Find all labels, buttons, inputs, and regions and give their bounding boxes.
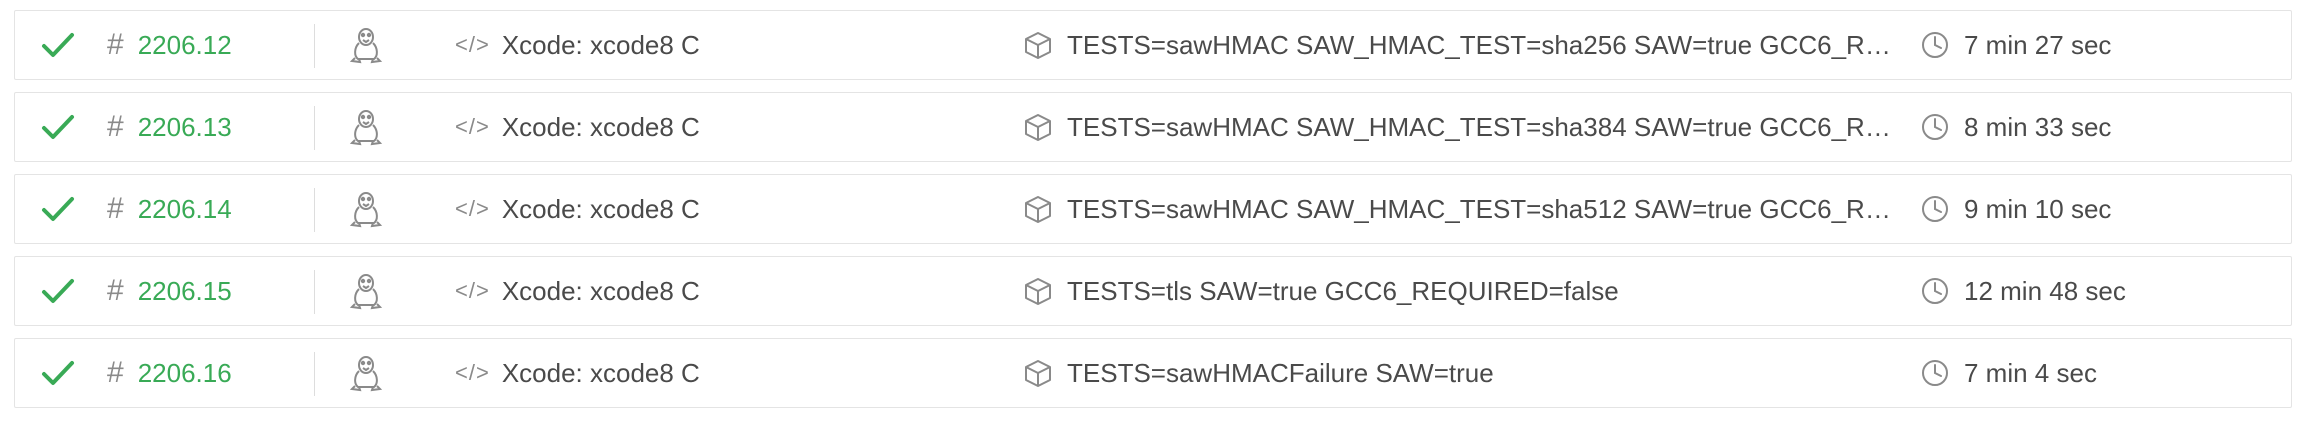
job-number-cell: # 2206.16 xyxy=(107,339,307,407)
status-cell xyxy=(41,257,81,325)
hash-icon: # xyxy=(107,28,124,61)
checkmark-icon xyxy=(41,359,75,387)
job-row[interactable]: # 2206.12 </> Xcode: xcode8 C TESTS=sawH… xyxy=(14,10,2292,80)
job-number[interactable]: 2206.13 xyxy=(138,112,232,143)
env-cell: TESTS=tls SAW=true GCC6_REQUIRED=false xyxy=(1023,257,1903,325)
checkmark-icon xyxy=(41,277,75,305)
env-cell: TESTS=sawHMAC SAW_HMAC_TEST=sha384 SAW=t… xyxy=(1023,93,1903,161)
duration-cell: 8 min 33 sec xyxy=(1920,93,2280,161)
checkmark-icon xyxy=(41,31,75,59)
language-label: Xcode: xcode8 C xyxy=(501,275,700,306)
hash-icon: # xyxy=(107,192,124,225)
checkmark-icon xyxy=(41,195,75,223)
clock-icon xyxy=(1920,112,1950,142)
os-cell xyxy=(349,93,409,161)
duration-cell: 12 min 48 sec xyxy=(1920,257,2280,325)
linux-penguin-icon xyxy=(349,26,383,64)
job-number[interactable]: 2206.15 xyxy=(138,276,232,307)
job-row[interactable]: # 2206.14 </> Xcode: xcode8 C TESTS=sawH… xyxy=(14,174,2292,244)
package-box-icon xyxy=(1023,30,1053,60)
language-cell: </> Xcode: xcode8 C xyxy=(455,11,995,79)
language-cell: </> Xcode: xcode8 C xyxy=(455,257,995,325)
env-cell: TESTS=sawHMACFailure SAW=true xyxy=(1023,339,1903,407)
divider xyxy=(314,270,315,314)
package-box-icon xyxy=(1023,276,1053,306)
clock-icon xyxy=(1920,30,1950,60)
package-box-icon xyxy=(1023,194,1053,224)
job-number-cell: # 2206.14 xyxy=(107,175,307,243)
job-number-cell: # 2206.15 xyxy=(107,257,307,325)
package-box-icon xyxy=(1023,112,1053,142)
env-cell: TESTS=sawHMAC SAW_HMAC_TEST=sha256 SAW=t… xyxy=(1023,11,1903,79)
language-cell: </> Xcode: xcode8 C xyxy=(455,339,995,407)
env-vars: TESTS=tls SAW=true GCC6_REQUIRED=false xyxy=(1067,275,1619,306)
duration-cell: 7 min 27 sec xyxy=(1920,11,2280,79)
hash-icon: # xyxy=(107,274,124,307)
language-cell: </> Xcode: xcode8 C xyxy=(455,175,995,243)
duration: 7 min 27 sec xyxy=(1964,29,2112,60)
hash-icon: # xyxy=(107,110,124,143)
language-label: Xcode: xcode8 C xyxy=(501,193,700,224)
clock-icon xyxy=(1920,194,1950,224)
os-cell xyxy=(349,175,409,243)
env-vars: TESTS=sawHMAC SAW_HMAC_TEST=sha512 SAW=t… xyxy=(1067,193,1897,224)
code-icon: </> xyxy=(455,278,490,303)
code-icon: </> xyxy=(455,32,490,57)
job-row[interactable]: # 2206.13 </> Xcode: xcode8 C TESTS=sawH… xyxy=(14,92,2292,162)
duration-cell: 9 min 10 sec xyxy=(1920,175,2280,243)
env-vars: TESTS=sawHMAC SAW_HMAC_TEST=sha256 SAW=t… xyxy=(1067,29,1897,60)
job-number[interactable]: 2206.12 xyxy=(138,30,232,61)
duration: 7 min 4 sec xyxy=(1964,357,2097,388)
hash-icon: # xyxy=(107,356,124,389)
env-vars: TESTS=sawHMACFailure SAW=true xyxy=(1067,357,1494,388)
status-cell xyxy=(41,11,81,79)
duration: 12 min 48 sec xyxy=(1964,275,2126,306)
job-number[interactable]: 2206.16 xyxy=(138,358,232,389)
checkmark-icon xyxy=(41,113,75,141)
linux-penguin-icon xyxy=(349,354,383,392)
code-icon: </> xyxy=(455,114,490,139)
linux-penguin-icon xyxy=(349,190,383,228)
code-icon: </> xyxy=(455,196,490,221)
env-cell: TESTS=sawHMAC SAW_HMAC_TEST=sha512 SAW=t… xyxy=(1023,175,1903,243)
job-row[interactable]: # 2206.15 </> Xcode: xcode8 C TESTS=tls … xyxy=(14,256,2292,326)
job-number-cell: # 2206.13 xyxy=(107,93,307,161)
job-number-cell: # 2206.12 xyxy=(107,11,307,79)
divider xyxy=(314,352,315,396)
os-cell xyxy=(349,339,409,407)
divider xyxy=(314,24,315,68)
linux-penguin-icon xyxy=(349,272,383,310)
os-cell xyxy=(349,257,409,325)
duration: 8 min 33 sec xyxy=(1964,111,2112,142)
status-cell xyxy=(41,93,81,161)
divider xyxy=(314,188,315,232)
status-cell xyxy=(41,339,81,407)
duration-cell: 7 min 4 sec xyxy=(1920,339,2280,407)
language-label: Xcode: xcode8 C xyxy=(501,357,700,388)
language-cell: </> Xcode: xcode8 C xyxy=(455,93,995,161)
package-box-icon xyxy=(1023,358,1053,388)
divider xyxy=(314,106,315,150)
language-label: Xcode: xcode8 C xyxy=(501,29,700,60)
status-cell xyxy=(41,175,81,243)
job-number[interactable]: 2206.14 xyxy=(138,194,232,225)
clock-icon xyxy=(1920,358,1950,388)
job-row[interactable]: # 2206.16 </> Xcode: xcode8 C TESTS=sawH… xyxy=(14,338,2292,408)
env-vars: TESTS=sawHMAC SAW_HMAC_TEST=sha384 SAW=t… xyxy=(1067,111,1897,142)
code-icon: </> xyxy=(455,360,490,385)
clock-icon xyxy=(1920,276,1950,306)
duration: 9 min 10 sec xyxy=(1964,193,2112,224)
linux-penguin-icon xyxy=(349,108,383,146)
os-cell xyxy=(349,11,409,79)
language-label: Xcode: xcode8 C xyxy=(501,111,700,142)
